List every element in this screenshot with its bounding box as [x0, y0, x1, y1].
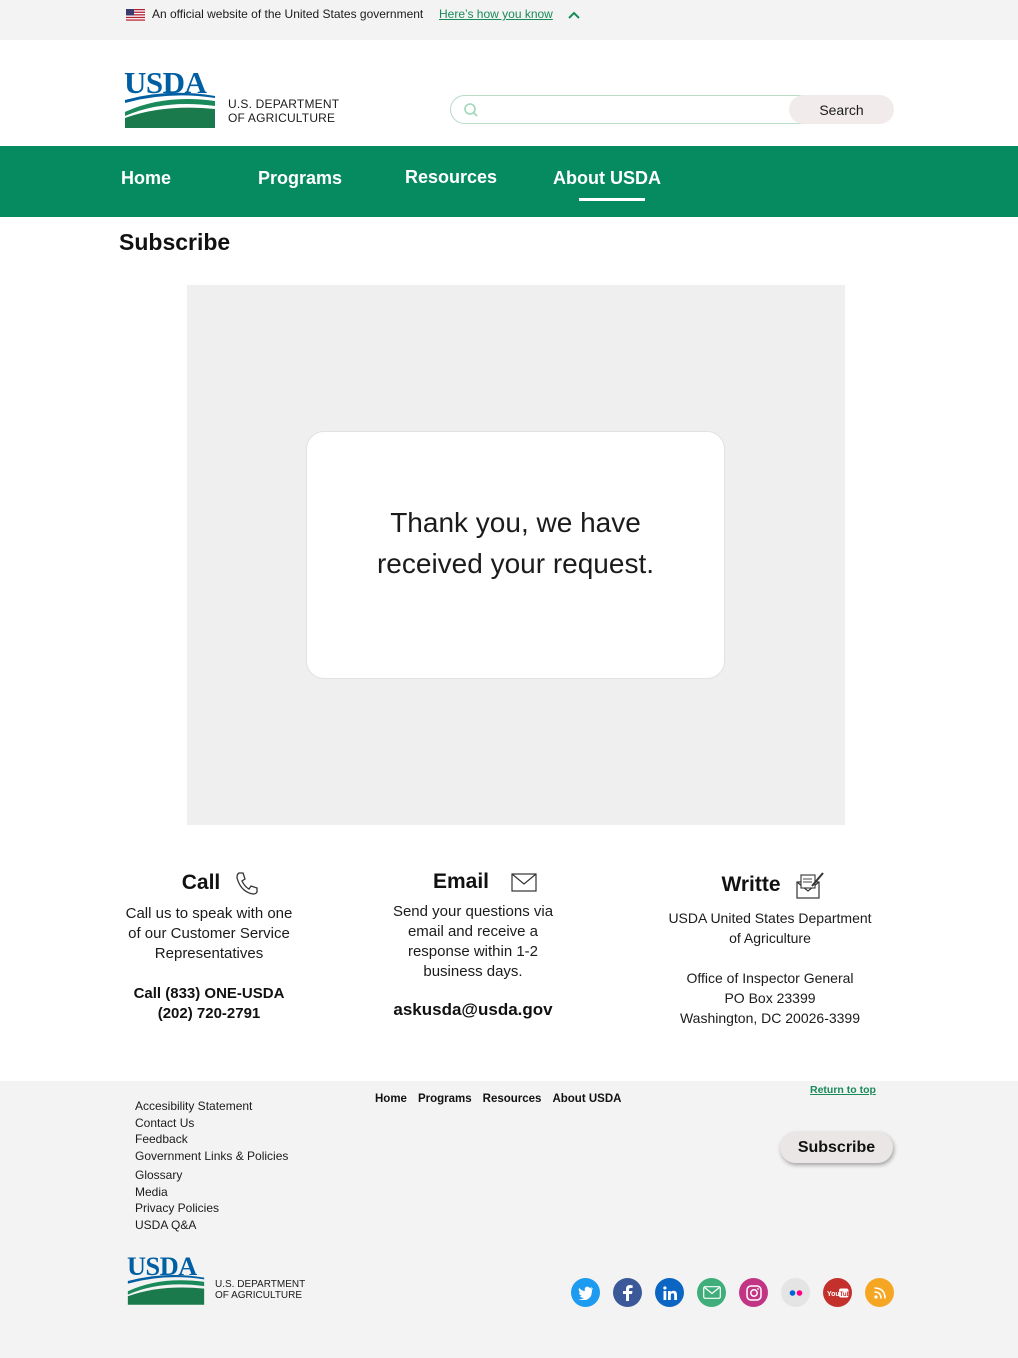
call-heading: Call: [182, 870, 261, 896]
nav-item-about-usda[interactable]: About USDA: [553, 168, 661, 189]
confirmation-card: Thank you, we have received your request…: [306, 431, 725, 679]
usda-logo[interactable]: USDA: [124, 66, 216, 128]
email-heading-text: Email: [432, 870, 490, 893]
search-bar: Search: [450, 95, 894, 124]
search-icon: [464, 103, 478, 117]
social-links: YouTube: [571, 1278, 894, 1307]
facebook-icon[interactable]: [613, 1278, 642, 1307]
call-numbers[interactable]: Call (833) ONE-USDA (202) 720-2791: [109, 984, 309, 1024]
main-nav: Home Programs Resources About USDA: [0, 146, 1018, 217]
footer-dept-line-2: OF AGRICULTURE: [215, 1290, 303, 1301]
flickr-icon[interactable]: [781, 1278, 810, 1307]
footer-link-qa[interactable]: USDA Q&A: [135, 1217, 288, 1234]
subscribe-panel: Thank you, we have received your request…: [187, 285, 845, 825]
return-to-top-link[interactable]: Return to top: [810, 1084, 876, 1096]
call-description: Call us to speak with one of our Custome…: [125, 905, 293, 962]
twitter-icon[interactable]: [571, 1278, 600, 1307]
subscribe-button[interactable]: Subscribe: [780, 1132, 893, 1163]
footer-link-contact[interactable]: Contact Us: [135, 1115, 288, 1132]
footer-link-gov-links[interactable]: Government Links & Policies: [135, 1148, 288, 1165]
search-button[interactable]: Search: [789, 95, 894, 124]
envelope-icon: [511, 873, 537, 892]
footer-link-glossary[interactable]: Glossary: [135, 1167, 288, 1184]
write-address-office: Office of Inspector General PO Box 23399…: [679, 970, 861, 1026]
how-you-know-link[interactable]: Here’s how you know: [439, 7, 553, 21]
email-address-link[interactable]: askusda@usda.gov: [373, 1000, 573, 1020]
footer-nav-programs[interactable]: Programs: [418, 1093, 472, 1105]
call-heading-text: Call: [181, 871, 221, 894]
youtube-icon[interactable]: YouTube: [823, 1278, 852, 1307]
gov-banner: An official website of the United States…: [0, 0, 1018, 40]
footer-link-privacy[interactable]: Privacy Policies: [135, 1200, 288, 1217]
rss-icon[interactable]: [865, 1278, 894, 1307]
footer-link-accessibility[interactable]: Accesibility Statement: [135, 1098, 288, 1115]
instagram-icon[interactable]: [739, 1278, 768, 1307]
dept-line-1: U.S. DEPARTMENT: [228, 97, 340, 111]
footer-link-feedback[interactable]: Feedback: [135, 1131, 288, 1148]
contact-write: Writte USDA United States Department of …: [660, 870, 880, 1028]
svg-text:Tube: Tube: [839, 1291, 848, 1297]
nav-item-home[interactable]: Home: [121, 168, 171, 189]
footer-department-name: U.S. DEPARTMENT OF AGRICULTURE: [215, 1279, 305, 1301]
write-address-agency: USDA United States Department of Agricul…: [668, 910, 872, 946]
gov-banner-text: An official website of the United States…: [152, 7, 424, 21]
department-name: U.S. DEPARTMENT OF AGRICULTURE: [228, 97, 339, 125]
phone-icon: [236, 872, 258, 895]
linkedin-icon[interactable]: [655, 1278, 684, 1307]
nav-item-programs[interactable]: Programs: [258, 168, 342, 189]
email-icon[interactable]: [697, 1278, 726, 1307]
nav-item-resources[interactable]: Resources: [405, 167, 497, 188]
email-description: Send your questions via email and receiv…: [392, 903, 554, 980]
footer-dept-line-1: U.S. DEPARTMENT: [215, 1279, 306, 1290]
svg-text:You: You: [827, 1291, 840, 1298]
site-footer: Accesibility Statement Contact Us Feedba…: [0, 1081, 1018, 1358]
footer-nav-resources[interactable]: Resources: [483, 1093, 542, 1105]
search-input[interactable]: [450, 95, 820, 124]
chevron-up-icon[interactable]: [567, 10, 581, 20]
footer-nav: Home Programs Resources About USDA: [375, 1093, 621, 1105]
footer-links: Accesibility Statement Contact Us Feedba…: [135, 1098, 288, 1233]
write-heading-text: Writte: [721, 873, 781, 896]
contact-call: Call Call us to speak with one of our Cu…: [109, 870, 309, 1024]
confirmation-message: Thank you, we have received your request…: [376, 507, 655, 579]
dept-line-2: OF AGRICULTURE: [228, 111, 336, 125]
active-nav-indicator: [579, 198, 645, 201]
letter-pen-icon: [795, 872, 824, 899]
us-flag-icon: [126, 9, 145, 21]
footer-nav-about[interactable]: About USDA: [552, 1093, 621, 1105]
footer-nav-home[interactable]: Home: [375, 1093, 407, 1105]
footer-link-media[interactable]: Media: [135, 1184, 288, 1201]
page-title: Subscribe: [119, 229, 231, 255]
footer-usda-logo[interactable]: USDA: [127, 1252, 205, 1305]
site-header: USDA U.S. DEPARTMENT OF AGRICULTURE Sear…: [0, 40, 1018, 146]
email-heading: Email: [433, 870, 537, 894]
write-heading: Writte: [721, 870, 824, 900]
contact-email: Email Send your questions via email and …: [373, 870, 573, 1020]
